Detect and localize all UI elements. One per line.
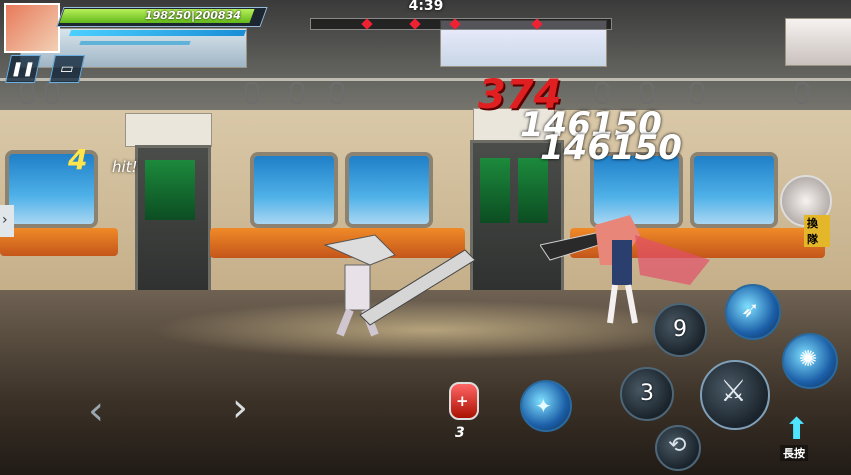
hand-strap (595, 82, 609, 104)
wolf-skill-icon: ✦ (535, 394, 552, 418)
orb-skill-icon: ✺ (799, 347, 818, 372)
move-right-button[interactable]: › (232, 385, 248, 431)
health-potion-button[interactable]: + (446, 376, 479, 422)
hand-strap (330, 82, 344, 104)
train-window (345, 152, 433, 228)
hand-strap (290, 82, 304, 104)
plus-icon: + (456, 392, 469, 410)
wave-marker (409, 18, 421, 30)
wall-map-ad (125, 113, 212, 147)
hand-strap (795, 82, 809, 104)
wave-progress-track (310, 18, 612, 30)
skill-button-dash[interactable]: ➶ (725, 284, 781, 340)
wave-marker (361, 18, 373, 30)
jump-button[interactable]: ⟲ (655, 425, 701, 471)
combo-count: 4 (68, 143, 88, 176)
evade-icon: ⬆ (784, 412, 810, 447)
teammate-switch-button[interactable]: 換隊 (780, 175, 832, 247)
side-expand-tab[interactable]: › (0, 205, 14, 237)
pause-button[interactable]: ❚❚ (5, 55, 41, 83)
wave-marker (531, 18, 543, 30)
hp-max: 200834 (194, 9, 241, 22)
skill-button-cooldown-9[interactable]: 9 (653, 303, 707, 357)
skill-button-cooldown-3[interactable]: 3 (620, 367, 674, 421)
handrail (0, 78, 851, 81)
pause-icon: ❚❚ (9, 61, 37, 77)
hand-strap (20, 82, 34, 104)
hand-strap (245, 82, 259, 104)
move-left-button[interactable]: ‹ (88, 388, 104, 434)
wave-marker (449, 18, 461, 30)
hand-strap (45, 82, 59, 104)
evade-label: 長按 (780, 445, 808, 461)
potion-count: 3 (455, 425, 465, 441)
hand-strap (690, 82, 704, 104)
door-glass (480, 158, 510, 223)
skill-button-burst[interactable]: ✦ (520, 380, 572, 432)
energy-bar (79, 41, 191, 45)
combo-label: hit! (112, 158, 138, 176)
ceiling-ad (785, 18, 851, 66)
train-window (250, 152, 338, 228)
screen-mode-button[interactable]: ▭ (49, 55, 85, 83)
switch-label: 換隊 (804, 215, 830, 247)
battle-timer: 4:39 (408, 0, 444, 14)
player-portrait (4, 3, 60, 53)
hp-current: 198250 (145, 9, 191, 22)
chevron-right-icon: › (2, 212, 8, 228)
screen-icon: ▭ (58, 61, 76, 77)
sword-icon: ⚔ (720, 374, 747, 409)
mp-bar (68, 30, 247, 36)
hand-strap (640, 82, 654, 104)
train-seat (0, 228, 118, 256)
hp-readout: 198250|200834 (145, 9, 241, 22)
damage-number-white: 146150 (540, 128, 682, 168)
dash-skill-icon: ➶ (741, 298, 760, 323)
evade-button[interactable]: ⬆ 長按 (772, 412, 824, 461)
door-glass (145, 160, 195, 220)
skill-button-burst-orb[interactable]: ✺ (782, 333, 838, 389)
jump-icon: ⟲ (668, 433, 687, 458)
attack-button[interactable]: ⚔ (700, 360, 770, 430)
skill-cooldown-timer: 3 (640, 381, 654, 406)
enemy-scythe-creature (323, 234, 476, 337)
right-arrow-icon: › (232, 385, 248, 431)
skill-cooldown-timer: 9 (673, 317, 687, 342)
left-arrow-icon: ‹ (88, 388, 104, 434)
